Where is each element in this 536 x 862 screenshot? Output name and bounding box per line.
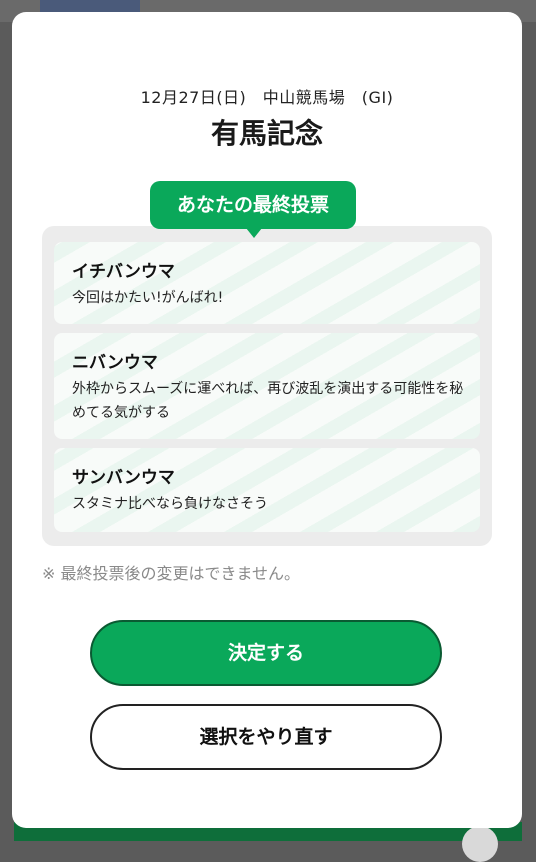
picks-list: イチバンウマ 今回はかたい!がんばれ! ニバンウマ 外枠からスムーズに運べれば、…: [42, 226, 492, 546]
race-info: 12月27日(日) 中山競馬場 (GI): [140, 88, 394, 107]
no-change-notice: ※ 最終投票後の変更はできません。: [42, 564, 301, 583]
pick-horse-name: イチバンウマ: [72, 262, 175, 282]
final-vote-label: あなたの最終投票: [150, 181, 356, 238]
redo-selection-button[interactable]: 選択をやり直す: [90, 704, 442, 770]
pick-card-1: イチバンウマ 今回はかたい!がんばれ!: [54, 242, 480, 324]
pick-comment: スタミナ比べなら負けなさそう: [72, 496, 268, 512]
pick-comment: 外枠からスムーズに運べれば、再び波乱を演出する可能性を秘めてる気がする: [72, 381, 464, 421]
pick-card-3: サンバンウマ スタミナ比べなら負けなさそう: [54, 448, 480, 532]
pick-horse-name: サンバンウマ: [72, 468, 175, 488]
pick-card-2: ニバンウマ 外枠からスムーズに運べれば、再び波乱を演出する可能性を秘めてる気がす…: [54, 333, 480, 439]
pick-comment: 今回はかたい!がんばれ!: [72, 290, 224, 306]
background-scroll-button: [462, 826, 498, 862]
confirm-button[interactable]: 決定する: [90, 620, 442, 686]
final-vote-modal: 12月27日(日) 中山競馬場 (GI) 有馬記念 あなたの最終投票 イチバンウ…: [12, 12, 522, 828]
race-name: 有馬記念: [210, 117, 323, 150]
pick-horse-name: ニバンウマ: [72, 353, 158, 373]
